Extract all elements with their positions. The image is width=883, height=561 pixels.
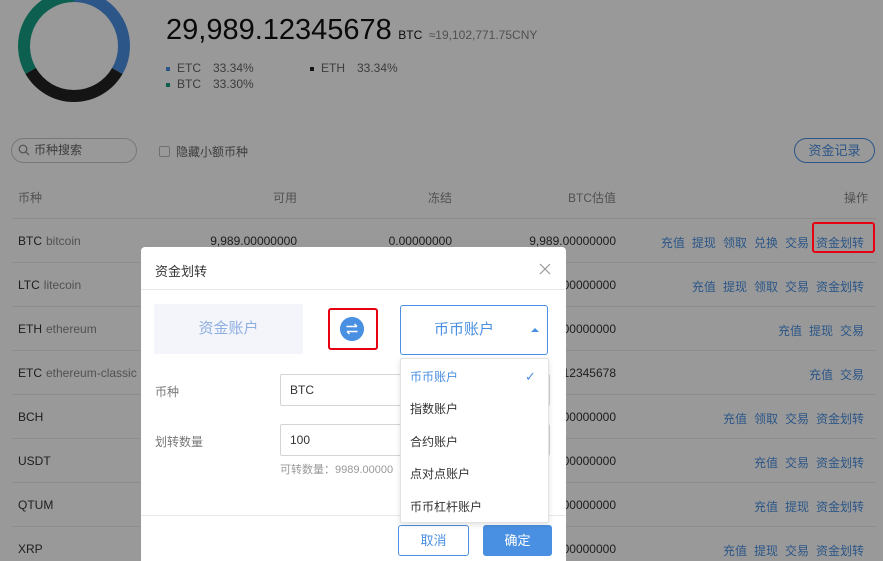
confirm-button[interactable]: 确定 — [483, 525, 552, 556]
dropdown-option-spot[interactable]: 币币账户 — [410, 368, 458, 385]
dropdown-option-p2p[interactable]: 点对点账户 — [410, 465, 470, 482]
assets-page: 29,989.12345678 BTC ≈19,102,771.75CNY ET… — [0, 0, 883, 561]
coin-field-label: 币种 — [155, 385, 180, 399]
modal-title: 资金划转 — [155, 264, 208, 279]
close-icon[interactable] — [539, 263, 551, 275]
dropdown-option-index[interactable]: 指数账户 — [410, 400, 458, 417]
from-account-box: 资金账户 — [154, 304, 303, 354]
modal-header-divider — [141, 289, 566, 290]
cancel-button[interactable]: 取消 — [398, 525, 469, 556]
dropdown-option-contract[interactable]: 合约账户 — [410, 433, 458, 450]
amount-field-label: 划转数量 — [155, 435, 204, 449]
to-account-value: 币币账户 — [433, 321, 494, 338]
transfer-op-highlight — [812, 222, 875, 253]
account-dropdown-menu: 币币账户 ✓ 指数账户 合约账户 点对点账户 币币杠杆账户 — [400, 358, 549, 523]
dropdown-option-margin[interactable]: 币币杠杆账户 — [410, 498, 482, 515]
to-account-select[interactable]: 币币账户 — [400, 305, 548, 355]
caret-up-icon — [531, 328, 539, 332]
check-icon: ✓ — [525, 369, 536, 384]
swap-button-highlight — [328, 308, 378, 350]
available-hint: 可转数量：9989.00000 — [280, 464, 394, 476]
